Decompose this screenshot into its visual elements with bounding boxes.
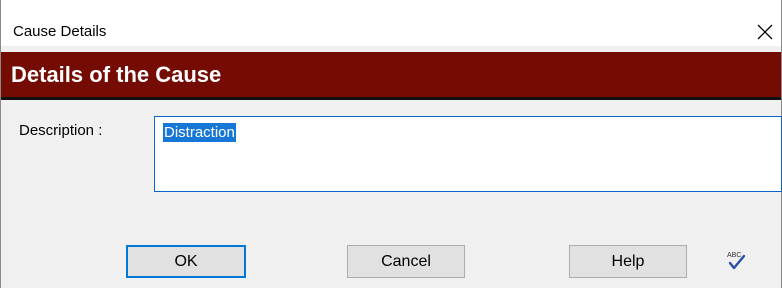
spellcheck-icon: ABC [727,252,746,270]
close-icon [757,24,773,40]
spellcheck-button[interactable]: ABC [721,245,751,275]
help-button-label: Help [611,252,645,270]
description-label: Description : [19,122,103,139]
cancel-button[interactable]: Cancel [347,245,465,278]
header-band: Details of the Cause [1,52,781,100]
spellcheck-text: ABC [727,252,741,259]
description-value[interactable]: Distraction [163,123,236,142]
header-title: Details of the Cause [11,62,222,87]
close-button[interactable] [751,18,779,46]
ok-button[interactable]: OK [126,245,246,278]
cause-details-dialog: Cause Details Details of the Cause Descr… [0,0,782,288]
window-title: Cause Details [13,23,107,40]
description-field[interactable]: Distraction [154,116,782,192]
cancel-button-label: Cancel [381,252,431,270]
ok-button-label: OK [174,252,198,270]
title-bar: Cause Details [1,0,781,46]
help-button[interactable]: Help [569,245,687,278]
